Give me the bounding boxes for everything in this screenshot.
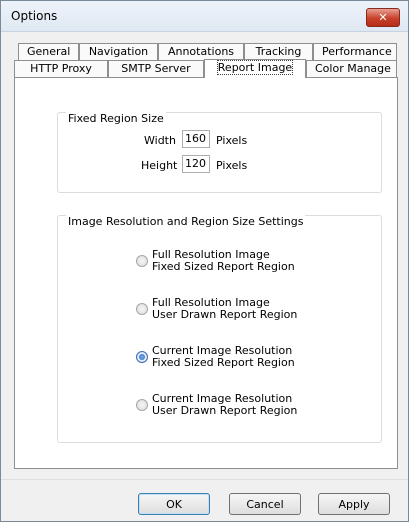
- radio-button[interactable]: [136, 255, 148, 267]
- resolution-group: Image Resolution and Region Size Setting…: [57, 215, 382, 443]
- radio-label-line2: Fixed Sized Report Region: [152, 260, 295, 273]
- tab-report-image[interactable]: Report Image: [204, 59, 306, 78]
- ok-button[interactable]: OK: [138, 493, 210, 515]
- radio-current-fixed[interactable]: Current Image Resolution Fixed Sized Rep…: [136, 345, 356, 371]
- radio-label-line2: Fixed Sized Report Region: [152, 356, 295, 369]
- radio-label-line2: User Drawn Report Region: [152, 404, 298, 417]
- width-label: Width: [144, 134, 176, 147]
- resolution-title: Image Resolution and Region Size Setting…: [66, 215, 306, 228]
- radio-button-selected[interactable]: [136, 351, 148, 363]
- height-unit: Pixels: [216, 159, 248, 172]
- window-title: Options: [11, 9, 58, 23]
- tab-smtp-server[interactable]: SMTP Server: [108, 60, 204, 77]
- tab-tracking[interactable]: Tracking: [244, 43, 313, 60]
- tab-performance[interactable]: Performance: [313, 43, 397, 60]
- height-label: Height: [141, 159, 178, 172]
- radio-current-user[interactable]: Current Image Resolution User Drawn Repo…: [136, 393, 356, 419]
- close-button[interactable]: ✕: [366, 8, 400, 27]
- tab-http-proxy[interactable]: HTTP Proxy: [14, 60, 108, 77]
- radio-button[interactable]: [136, 399, 148, 411]
- radio-label-line2: User Drawn Report Region: [152, 308, 298, 321]
- options-dialog: Options ✕ General Navigation Annotations…: [0, 0, 409, 522]
- cancel-button[interactable]: Cancel: [229, 493, 301, 515]
- width-unit: Pixels: [216, 134, 248, 147]
- height-field[interactable]: 120: [182, 155, 210, 173]
- divider: [1, 479, 408, 480]
- apply-button[interactable]: Apply: [318, 493, 390, 515]
- tab-navigation[interactable]: Navigation: [79, 43, 158, 60]
- title-bar: Options ✕: [1, 1, 408, 32]
- radio-button[interactable]: [136, 303, 148, 315]
- radio-full-user[interactable]: Full Resolution Image User Drawn Report …: [136, 297, 356, 323]
- tab-annotations[interactable]: Annotations: [158, 43, 244, 60]
- fixed-region-title: Fixed Region Size: [66, 112, 166, 125]
- fixed-region-group: Fixed Region Size Width 160 Pixels Heigh…: [57, 112, 382, 193]
- radio-dot-icon: [139, 354, 145, 360]
- report-image-panel: Fixed Region Size Width 160 Pixels Heigh…: [14, 77, 398, 469]
- width-field[interactable]: 160: [182, 130, 210, 148]
- close-icon: ✕: [378, 11, 388, 24]
- tab-general[interactable]: General: [18, 43, 79, 60]
- radio-full-fixed[interactable]: Full Resolution Image Fixed Sized Report…: [136, 249, 356, 275]
- tab-color-manage[interactable]: Color Manage: [306, 60, 397, 77]
